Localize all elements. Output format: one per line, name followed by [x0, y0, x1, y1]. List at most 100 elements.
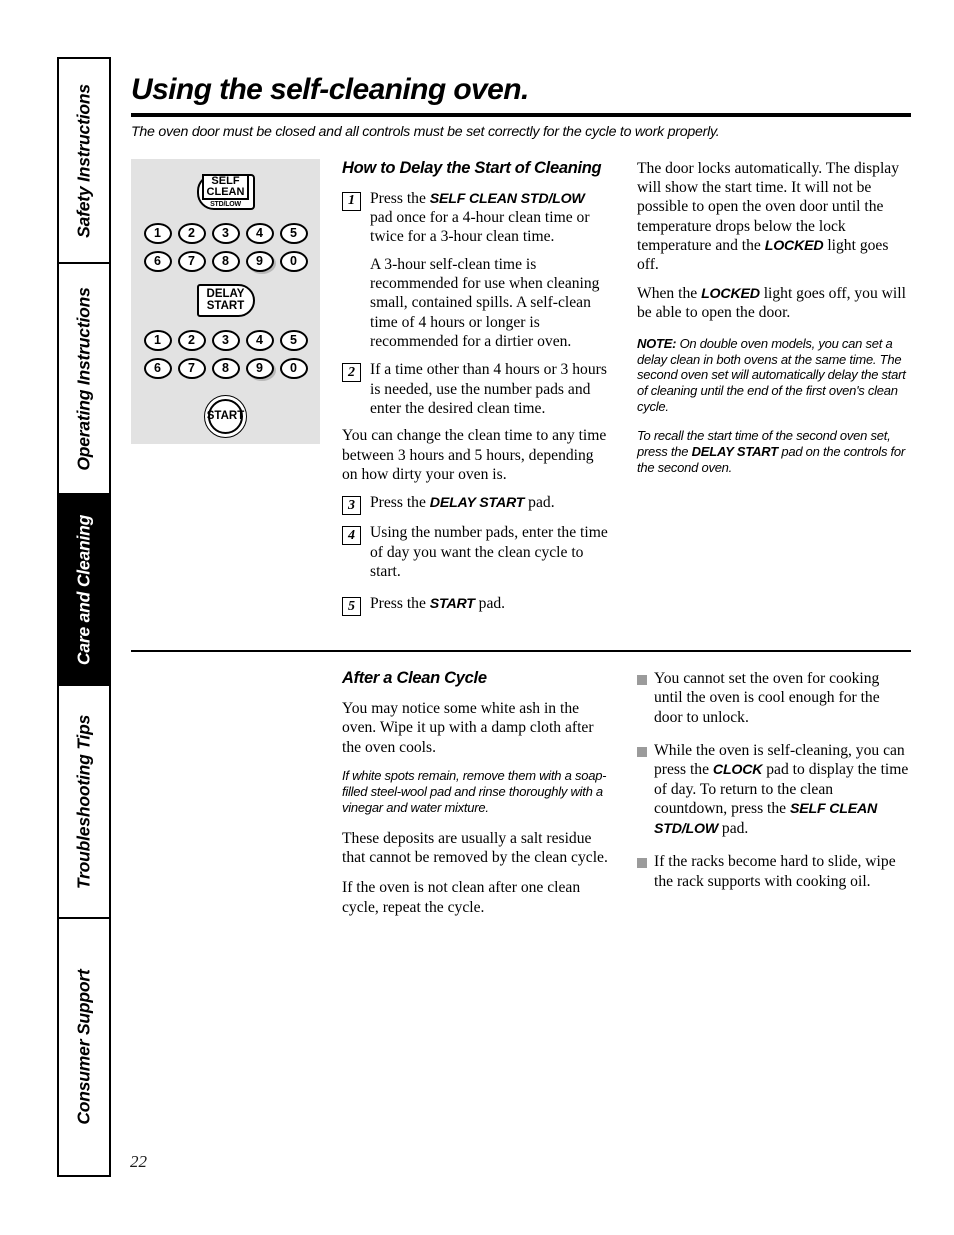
square-bullet-icon: [637, 746, 647, 757]
pad-reference: DELAY START: [429, 495, 525, 512]
bullet-text-c: pad.: [718, 819, 749, 837]
sidebar-item-label: Care and Cleaning: [73, 514, 94, 665]
start-pad-label: START: [207, 398, 244, 434]
white-spots-note: If white spots remain, remove them with …: [342, 767, 607, 815]
numpad-key[interactable]: 5: [279, 329, 308, 351]
page-subtitle: The oven door must be closed and all con…: [131, 123, 720, 140]
numpad-key[interactable]: 5: [279, 222, 308, 244]
sidebar-item-safety-instructions[interactable]: Safety Instructions: [59, 59, 109, 264]
after-clean-paragraph-2: These deposits are usually a salt residu…: [342, 829, 608, 866]
step-number-box: 1: [342, 191, 361, 211]
sidebar-item-care-and-cleaning[interactable]: Care and Cleaning: [59, 495, 109, 686]
after-clean-paragraph-1: You may notice some white ash in the ove…: [342, 699, 594, 756]
numpad-key[interactable]: 8: [211, 250, 240, 272]
list-item: While the oven is self-cleaning, you can…: [637, 741, 909, 838]
step-item: 4 Using the number pads, enter the time …: [342, 523, 610, 581]
step-text-post: pad.: [474, 595, 506, 613]
numpad-key[interactable]: 4: [245, 222, 274, 244]
locked-light-reference: LOCKED: [764, 237, 824, 254]
recall-start-time-note: To recall the start time of the second o…: [637, 428, 909, 476]
after-clean-bullets-column: You cannot set the oven for cooking unti…: [637, 669, 909, 902]
numpad-key[interactable]: 9: [245, 250, 274, 272]
numpad-key[interactable]: 2: [177, 329, 206, 351]
bullet-text: While the oven is self-cleaning, you can…: [654, 741, 909, 838]
door-lock-paragraph: The door locks automatically. The displa…: [637, 159, 909, 275]
numpad-key[interactable]: 7: [177, 250, 206, 272]
pad-reference: SELF CLEAN STD/LOW: [429, 190, 585, 207]
numpad-key[interactable]: 4: [245, 329, 274, 351]
self-clean-pad-label: SELF CLEAN: [201, 174, 250, 201]
numpad-row-4: 6 7 8 9 0: [131, 357, 320, 379]
numpad-key[interactable]: 3: [211, 222, 240, 244]
delay-start-pad-icon[interactable]: DELAY START: [196, 283, 255, 317]
step-sub-text: A 3-hour self-clean time is recommended …: [370, 255, 600, 351]
numpad-key[interactable]: 2: [177, 222, 206, 244]
clean-time-range-note: You can change the clean time to any tim…: [342, 427, 607, 484]
step-text: Press the SELF CLEAN STD/LOW pad once fo…: [370, 189, 610, 247]
step-item: 1 Press the SELF CLEAN STD/LOW pad once …: [342, 189, 610, 247]
delay-start-line2: START: [206, 300, 245, 313]
numpad-key[interactable]: 9: [245, 357, 274, 379]
numpad-row-1: 1 2 3 4 5: [131, 222, 320, 244]
list-item: If the racks become hard to slide, wipe …: [637, 852, 909, 891]
locked-light-reference: LOCKED: [701, 285, 760, 302]
square-bullet-icon: [637, 674, 647, 685]
step-item: 5 Press the START pad.: [342, 594, 610, 617]
note-label: NOTE:: [637, 335, 677, 351]
note-body: On double oven models, you can set a del…: [637, 335, 906, 415]
after-clean-cycle-column: After a Clean Cycle You may notice some …: [342, 669, 610, 926]
sidebar-item-label: Troubleshooting Tips: [73, 714, 94, 889]
pad-reference: DELAY START: [691, 443, 779, 459]
step-text-post: pad.: [524, 494, 555, 512]
step-item: 3 Press the DELAY START pad.: [342, 493, 610, 516]
self-clean-pad-icon[interactable]: SELF CLEAN STD/LOW: [196, 173, 255, 210]
pad-reference: START: [429, 596, 475, 613]
list-item: You cannot set the oven for cooking unti…: [637, 669, 909, 727]
square-bullet-icon: [637, 858, 647, 869]
numpad-key[interactable]: 7: [177, 357, 206, 379]
delay-start-instructions-column: How to Delay the Start of Cleaning 1 Pre…: [342, 159, 610, 625]
sidebar-item-operating-instructions[interactable]: Operating Instructions: [59, 264, 109, 495]
sidebar-item-label: Safety Instructions: [73, 83, 94, 238]
sidebar-item-troubleshooting-tips[interactable]: Troubleshooting Tips: [59, 686, 109, 919]
door-lock-info-column: The door locks automatically. The displa…: [637, 159, 909, 485]
locked-light-paragraph: When the LOCKED light goes off, you will…: [637, 284, 909, 323]
oven-control-panel-diagram: SELF CLEAN STD/LOW 1 2 3 4 5 6 7 8 9 0 D…: [131, 158, 320, 444]
step-number-box: 2: [342, 363, 361, 383]
numpad-key[interactable]: 3: [211, 329, 240, 351]
section-divider: [131, 650, 911, 652]
sidebar-item-consumer-support[interactable]: Consumer Support: [59, 919, 109, 1175]
step-text-pre: Press the: [370, 595, 430, 613]
step-item: 2 If a time other than 4 hours or 3 hour…: [342, 360, 610, 418]
numpad-key[interactable]: 1: [143, 329, 172, 351]
step-text-pre: Press the: [370, 494, 430, 512]
clock-pad-reference: CLOCK: [712, 762, 763, 779]
locked-text-a: When the: [637, 284, 702, 302]
page-title: Using the self-cleaning oven.: [131, 73, 529, 106]
step-number-box: 5: [342, 597, 361, 617]
sidebar-tabs: Safety Instructions Operating Instructio…: [57, 57, 111, 1177]
sidebar-item-label: Consumer Support: [73, 969, 94, 1125]
double-oven-note: NOTE: On double oven models, you can set…: [637, 336, 909, 415]
numpad-key[interactable]: 6: [143, 250, 172, 272]
title-divider: [131, 112, 911, 117]
control-panel-column: SELF CLEAN STD/LOW 1 2 3 4 5 6 7 8 9 0 D…: [131, 158, 320, 444]
step-text: Press the START pad.: [370, 594, 505, 614]
sidebar-item-label: Operating Instructions: [73, 286, 94, 471]
page-content: Using the self-cleaning oven. The oven d…: [131, 74, 911, 926]
numpad-key[interactable]: 0: [279, 250, 308, 272]
numpad-key[interactable]: 1: [143, 222, 172, 244]
step-number-box: 3: [342, 496, 361, 516]
delay-start-line1: DELAY: [206, 287, 245, 300]
numpad-key[interactable]: 8: [211, 357, 240, 379]
bullet-text: If the racks become hard to slide, wipe …: [654, 853, 896, 890]
step-text: If a time other than 4 hours or 3 hours …: [370, 361, 607, 418]
self-clean-sub-label: STD/LOW: [210, 201, 241, 209]
numpad-key[interactable]: 6: [143, 357, 172, 379]
section-heading-delay-start: How to Delay the Start of Cleaning: [342, 158, 602, 177]
step-text-pre: Press the: [370, 189, 430, 207]
after-clean-paragraph-3: If the oven is not clean after one clean…: [342, 879, 581, 916]
start-pad-icon[interactable]: START: [204, 394, 247, 438]
numpad-key[interactable]: 0: [279, 357, 308, 379]
numpad-row-3: 1 2 3 4 5: [131, 329, 320, 351]
